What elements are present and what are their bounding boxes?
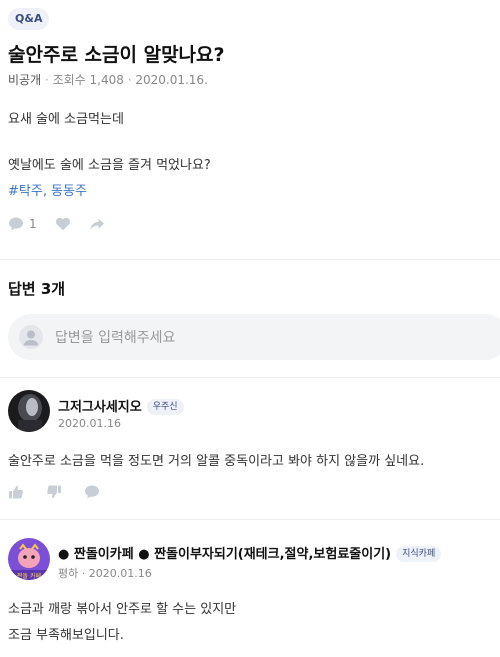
page: Q&A 술안주로 소금이 알맞나요? 비공개 · 조회수 1,408 · 202… (0, 0, 500, 657)
comment-count: 1 (29, 217, 37, 231)
answer-text: 소금과 깨랑 볶아서 안주로 할 수는 있지만 (8, 602, 237, 617)
heart-icon[interactable] (55, 216, 71, 232)
question-tags[interactable]: #탁주, 동동주 (8, 180, 87, 199)
answer-author[interactable]: ● 짠돌이카페 ● 짠돌이부자되기(재테크,절약,보험료줄이기) 지식카페 (58, 543, 442, 562)
question-body-line: 요새 술에 소금먹는데 (8, 112, 124, 127)
section-divider (0, 519, 500, 520)
meta-separator: · (44, 73, 53, 87)
comment-icon[interactable] (8, 216, 24, 232)
answer-author[interactable]: 그저그사세지오 우주신 (58, 396, 184, 415)
avatar[interactable] (8, 390, 50, 432)
category-tag[interactable]: Q&A (8, 8, 50, 30)
visibility-label: 비공개 (8, 73, 42, 87)
view-count: 조회수 1,408 (52, 73, 124, 87)
question-body-line: 옛날에도 술에 소금을 즐겨 먹었나요? (8, 158, 211, 173)
avatar-caption: 짠돌 카페 (17, 572, 41, 580)
reply-icon[interactable] (84, 484, 100, 500)
question-title: 술안주로 소금이 알맞나요? (8, 44, 225, 66)
author-badge: 지식카페 (396, 546, 442, 562)
section-divider (0, 259, 500, 260)
answers-header: 답변 3개 (8, 280, 66, 298)
answer-text: 술안주로 소금을 먹을 정도면 거의 알콜 중독이라고 봐야 하지 않을까 싶네… (8, 454, 425, 469)
meta-separator: · (78, 567, 89, 580)
answer-date: 2020.01.16 (88, 567, 152, 580)
question-actions: 1 (8, 216, 105, 232)
author-name[interactable]: ● 짠돌이카페 ● 짠돌이부자되기(재테크,절약,보험료줄이기) (58, 547, 391, 562)
avatar[interactable]: 짠돌 카페 (8, 538, 50, 580)
question-meta: 비공개 · 조회수 1,408 · 2020.01.16. (8, 71, 208, 88)
section-divider (0, 377, 500, 378)
thumbs-up-icon[interactable] (8, 484, 24, 500)
author-name[interactable]: 그저그사세지오 (58, 400, 142, 415)
thumbs-down-icon[interactable] (46, 484, 62, 500)
answer-meta: 평하 · 2020.01.16 (58, 565, 152, 581)
answer-actions (8, 484, 100, 500)
answer-input-box[interactable] (8, 314, 500, 360)
user-placeholder-icon (19, 325, 43, 349)
answer-date: 2020.01.16 (58, 417, 121, 430)
question-date: 2020.01.16. (135, 73, 208, 87)
share-icon[interactable] (89, 216, 105, 232)
answer-text: 조금 부족해보입니다. (8, 628, 124, 643)
author-rank: 평하 (58, 567, 79, 580)
author-badge: 우주신 (146, 399, 184, 415)
answer-input[interactable] (53, 327, 357, 349)
